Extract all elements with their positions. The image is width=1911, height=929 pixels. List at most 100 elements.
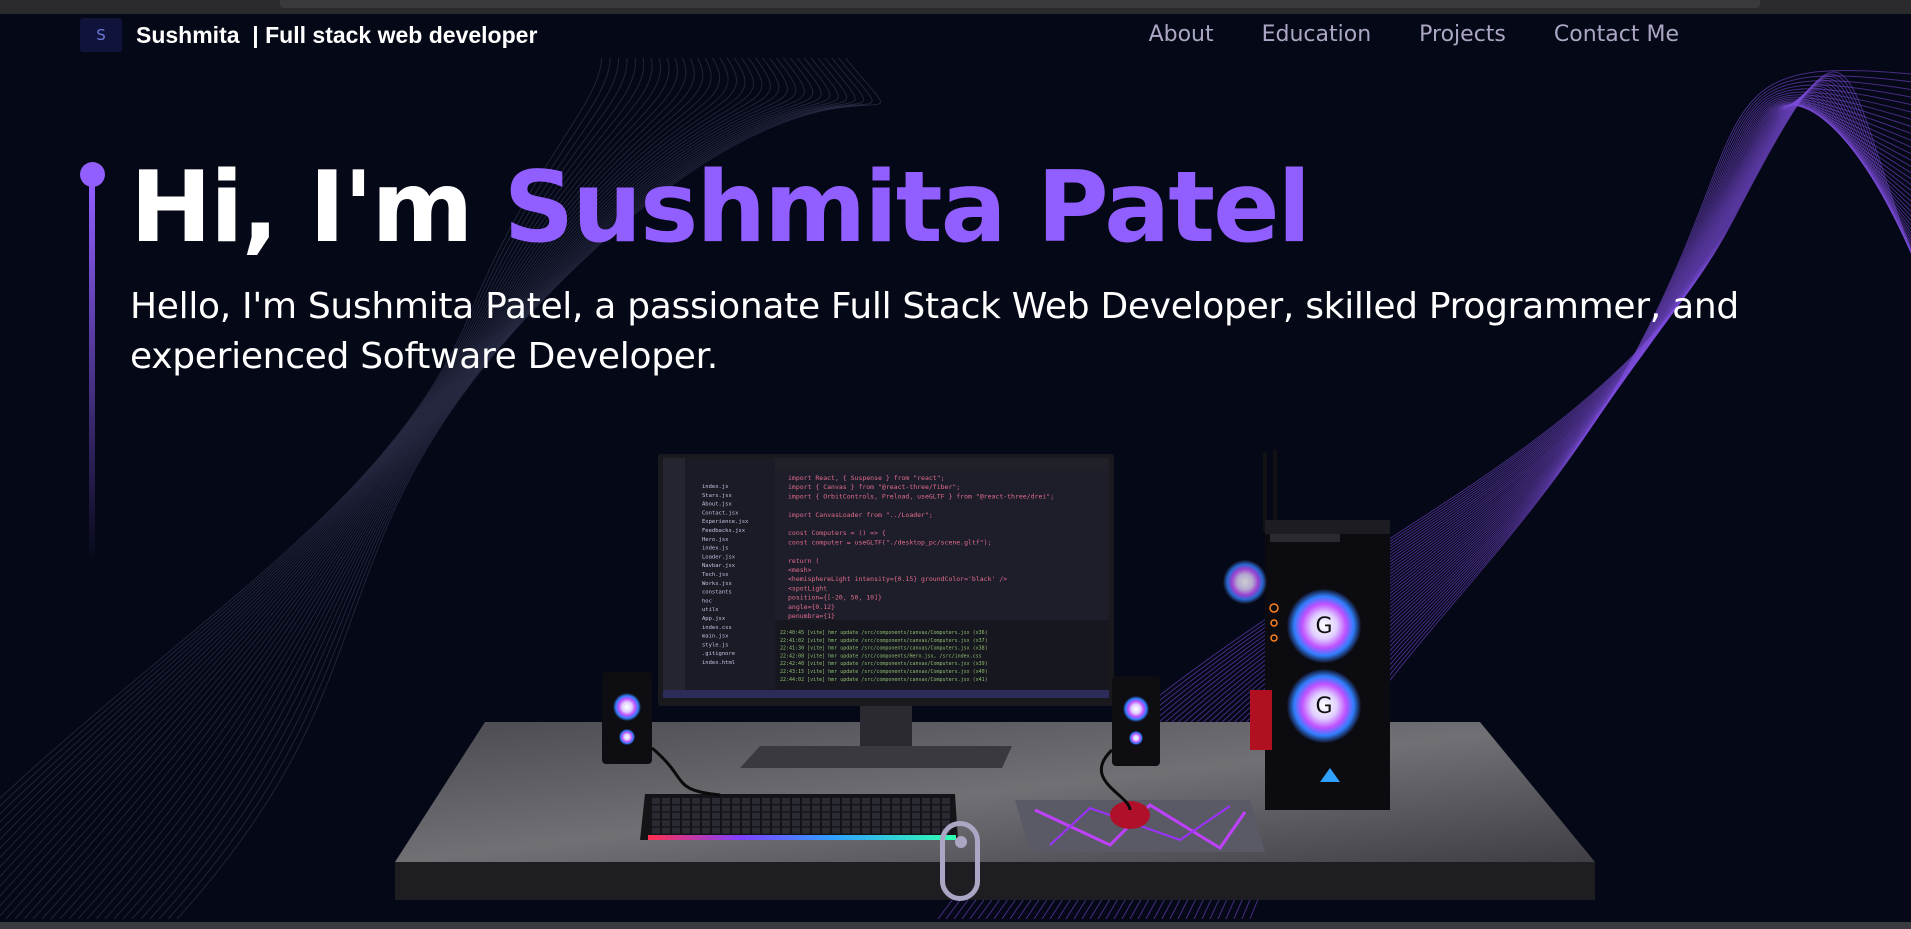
keyboard-key — [762, 820, 770, 827]
keyboard-key — [812, 827, 820, 834]
code-line: <hemisphereLight intensity={0.15} ground… — [788, 575, 1007, 583]
keyboard-key — [862, 820, 870, 827]
brand[interactable]: S Sushmita | Full stack web developer — [80, 18, 537, 52]
keyboard-key — [652, 812, 660, 819]
keyboard-key — [802, 812, 810, 819]
browser-top-strip — [0, 0, 1911, 14]
explorer-file: constants — [702, 590, 732, 596]
keyboard-key — [912, 820, 920, 827]
keyboard-key — [852, 805, 860, 812]
keyboard-key — [662, 812, 670, 819]
keyboard-key — [772, 798, 780, 804]
code-line: return ( — [788, 557, 819, 565]
keyboard-key — [822, 812, 830, 819]
right-speaker — [1112, 676, 1160, 766]
keyboard-key — [662, 798, 670, 804]
keyboard-key — [682, 820, 690, 827]
keyboard-key — [752, 827, 760, 834]
scroll-down-indicator[interactable] — [940, 821, 980, 901]
terminal-line: 22:41:02 [vite] hmr update /src/componen… — [780, 638, 988, 644]
code-line: import React, { Suspense } from "react"; — [788, 474, 945, 482]
nav-link-projects[interactable]: Projects — [1419, 20, 1506, 50]
nav-link-contact[interactable]: Contact Me — [1554, 20, 1679, 50]
keyboard-key — [672, 820, 680, 827]
keyboard-key — [852, 798, 860, 804]
logo[interactable]: S — [80, 18, 122, 52]
keyboard-key — [862, 827, 870, 834]
keyboard-key — [912, 798, 920, 804]
keyboard-key — [872, 798, 880, 804]
keyboard-key — [832, 820, 840, 827]
hero-greeting: Hi, I'm — [130, 151, 504, 265]
keyboard-key — [712, 827, 720, 834]
keyboard-key — [762, 798, 770, 804]
explorer-file: style.js — [702, 642, 729, 648]
code-line: angle={0.12} — [788, 603, 835, 611]
keyboard-key — [682, 812, 690, 819]
keyboard-key — [752, 812, 760, 819]
keyboard-key — [662, 827, 670, 834]
nav-link-about[interactable]: About — [1149, 20, 1214, 50]
keyboard-key — [762, 812, 770, 819]
keyboard-key — [932, 798, 940, 804]
keyboard-key — [912, 812, 920, 819]
code-line: const computer = useGLTF("./desktop_pc/s… — [788, 538, 992, 546]
keyboard-key — [822, 827, 830, 834]
nav-links: About Education Projects Contact Me — [1149, 20, 1679, 50]
explorer-file: Tech.jsx — [702, 572, 729, 578]
keyboard-key — [932, 820, 940, 827]
keyboard-key — [842, 798, 850, 804]
keyboard-key — [752, 805, 760, 812]
keyboard-key — [842, 805, 850, 812]
keyboard-key — [882, 820, 890, 827]
keyboard-key — [682, 805, 690, 812]
keyboard-key — [772, 820, 780, 827]
keyboard-key — [802, 827, 810, 834]
keyboard-key — [782, 805, 790, 812]
explorer-file: Contact.jsx — [702, 510, 739, 516]
keyboard-key — [842, 812, 850, 819]
keyboard-key — [922, 805, 930, 812]
explorer-file: Stars.jsx — [702, 493, 732, 499]
code-line: import { Canvas } from "@react-three/fib… — [788, 483, 960, 491]
keyboard-key — [862, 805, 870, 812]
keyboard-key — [772, 812, 780, 819]
keyboard-key — [692, 798, 700, 804]
keyboard-key — [782, 798, 790, 804]
keyboard-key — [902, 827, 910, 834]
explorer-file: main.jsx — [702, 634, 729, 640]
keyboard-key — [942, 798, 950, 804]
keyboard-key — [812, 820, 820, 827]
nav-link-education[interactable]: Education — [1262, 20, 1372, 50]
keyboard-key — [692, 812, 700, 819]
code-line: import CanvasLoader from "../Loader"; — [788, 511, 933, 519]
explorer-file: utils — [702, 607, 719, 613]
keyboard-key — [722, 820, 730, 827]
keyboard-key — [832, 827, 840, 834]
keyboard-key — [722, 827, 730, 834]
brand-title[interactable]: Sushmita | Full stack web developer — [136, 22, 537, 49]
keyboard-key — [762, 827, 770, 834]
browser-bottom-strip — [0, 922, 1911, 929]
keyboard-key — [872, 812, 880, 819]
keyboard-key — [682, 798, 690, 804]
explorer-file: Experience.jsx — [702, 519, 749, 525]
keyboard-key — [942, 805, 950, 812]
keyboard-key — [882, 798, 890, 804]
explorer-file: index.html — [702, 660, 735, 666]
keyboard-key — [702, 798, 710, 804]
desktop-pc-3d-scene[interactable]: index.js Stars.jsx About.jsx Contact.jsx Exp… — [390, 450, 1610, 920]
keyboard-key — [732, 827, 740, 834]
explorer-file: About.jsx — [702, 502, 732, 508]
keyboard-key — [852, 827, 860, 834]
keyboard-key — [902, 820, 910, 827]
svg-text:G: G — [1315, 614, 1332, 639]
keyboard-key — [712, 805, 720, 812]
terminal-line: 22:43:15 [vite] hmr update /src/componen… — [780, 669, 988, 675]
keyboard-key — [652, 820, 660, 827]
mousepad — [1015, 800, 1265, 852]
code-line: <spotLight — [788, 584, 827, 592]
keyboard-key — [712, 798, 720, 804]
keyboard-key — [672, 812, 680, 819]
keyboard-key — [902, 805, 910, 812]
